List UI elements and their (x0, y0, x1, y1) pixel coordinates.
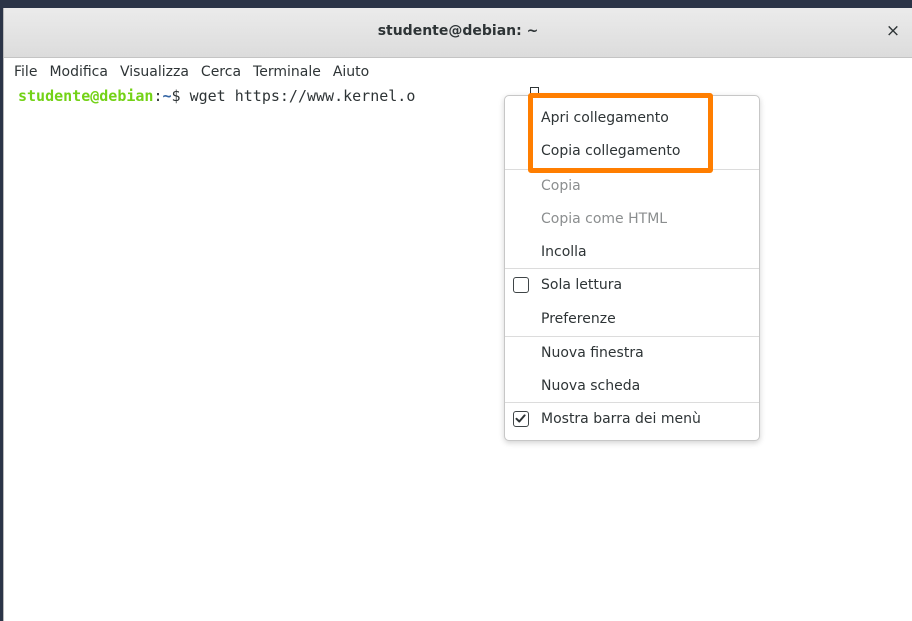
terminal-window: studente@debian: ~ × File Modifica Visua… (3, 8, 912, 621)
menu-item-incolla[interactable]: Incolla (505, 236, 759, 269)
command-text: wget https://www.kernel.o (189, 87, 416, 105)
menu-item-nuova-finestra[interactable]: Nuova finestra (505, 337, 759, 370)
menu-item-label: Copia collegamento (541, 143, 681, 159)
menu-item-label: Mostra barra dei menù (541, 411, 701, 427)
menu-item-nuova-scheda[interactable]: Nuova scheda (505, 370, 759, 403)
menu-item-copia-come-html[interactable]: Copia come HTML (505, 203, 759, 236)
checkmark-icon (515, 414, 526, 423)
menu-item-label: Apri collegamento (541, 110, 669, 126)
window-title: studente@debian: ~ (377, 23, 539, 39)
menu-item-sola-lettura[interactable]: Sola lettura (505, 269, 759, 302)
checkbox-unchecked-icon[interactable] (513, 277, 529, 293)
menu-item-copia-collegamento[interactable]: Copia collegamento (505, 135, 759, 168)
menu-item-label: Incolla (541, 244, 587, 260)
title-bar[interactable]: studente@debian: ~ × (4, 8, 912, 58)
close-icon[interactable]: × (882, 20, 904, 42)
menu-item-label: Nuova finestra (541, 345, 644, 361)
checkbox-checked-icon[interactable] (513, 411, 529, 427)
menu-item-copia[interactable]: Copia (505, 170, 759, 203)
menu-item-label: Nuova scheda (541, 378, 641, 394)
menu-item-mostra-barra-menu[interactable]: Mostra barra dei menù (505, 403, 759, 436)
menu-modifica[interactable]: Modifica (43, 58, 114, 86)
context-menu: Apri collegamento Copia collegamento Cop… (504, 95, 760, 441)
menu-item-label: Copia (541, 178, 581, 194)
menu-item-label: Copia come HTML (541, 211, 668, 227)
menu-terminale[interactable]: Terminale (247, 58, 327, 86)
menu-file[interactable]: File (8, 58, 43, 86)
menu-item-apri-collegamento[interactable]: Apri collegamento (505, 102, 759, 135)
menu-aiuto[interactable]: Aiuto (327, 58, 375, 86)
menu-cerca[interactable]: Cerca (195, 58, 247, 86)
prompt-symbol: $ (171, 87, 190, 105)
menu-item-label: Preferenze (541, 311, 616, 327)
menu-item-label: Sola lettura (541, 277, 623, 293)
prompt-colon: : (153, 87, 163, 105)
prompt-path: ~ (162, 87, 172, 105)
terminal-area[interactable]: studente@debian:~$ wget https://www.kern… (4, 86, 912, 621)
menu-bar: File Modifica Visualizza Cerca Terminale… (4, 58, 912, 86)
menu-visualizza[interactable]: Visualizza (114, 58, 195, 86)
prompt-user: studente@debian (18, 87, 154, 105)
command-line: studente@debian:~$ wget https://www.kern… (18, 86, 415, 106)
menu-item-preferenze[interactable]: Preferenze (505, 303, 759, 336)
